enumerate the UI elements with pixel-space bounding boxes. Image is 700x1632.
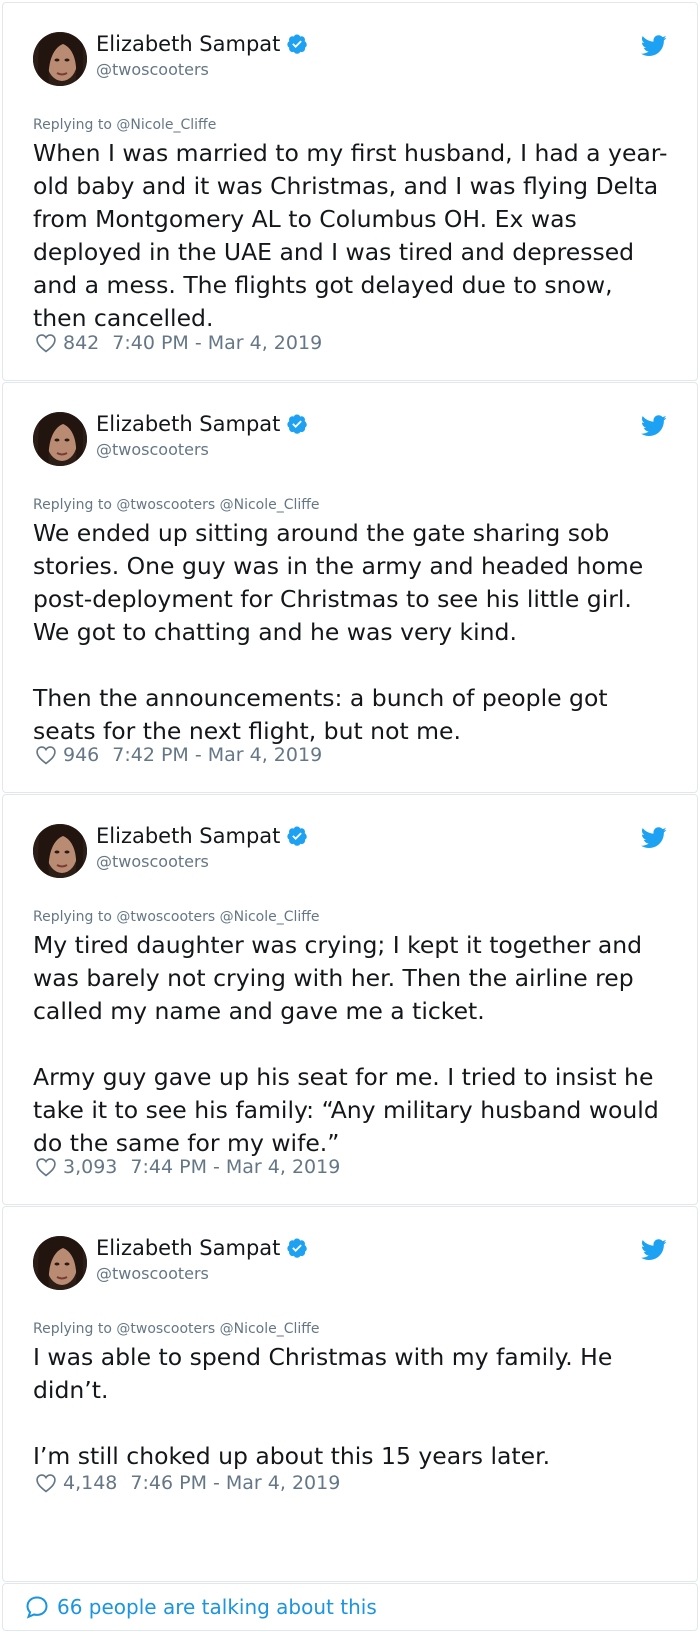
verified-badge-icon [286,1237,308,1259]
tweet-card[interactable]: Elizabeth Sampat @twoscooters Replying t… [2,1206,698,1582]
twitter-bird-icon[interactable] [641,415,667,437]
replying-to[interactable]: Replying to @twoscooters @Nicole_Cliffe [33,1321,320,1337]
author-name[interactable]: Elizabeth Sampat [96,412,308,436]
timestamp[interactable]: 7:46 PM - Mar 4, 2019 [130,1472,340,1494]
author-name-text: Elizabeth Sampat [96,32,281,56]
author-name[interactable]: Elizabeth Sampat [96,32,308,56]
tweet-text: I was able to spend Christmas with my fa… [33,1343,613,1470]
timestamp[interactable]: 7:42 PM - Mar 4, 2019 [112,744,322,766]
author-name-text: Elizabeth Sampat [96,1236,281,1260]
speech-bubble-icon [25,1595,49,1619]
avatar[interactable] [33,824,87,878]
heart-icon[interactable] [35,1473,57,1493]
tweet-card[interactable]: Elizabeth Sampat @twoscooters Replying t… [2,794,698,1205]
conversation-footer[interactable]: 66 people are talking about this [2,1583,698,1631]
author-name[interactable]: Elizabeth Sampat [96,824,308,848]
replying-to[interactable]: Replying to @twoscooters @Nicole_Cliffe [33,497,320,513]
replying-to[interactable]: Replying to @Nicole_Cliffe [33,117,216,133]
timestamp[interactable]: 7:44 PM - Mar 4, 2019 [130,1156,340,1178]
twitter-bird-icon[interactable] [641,35,667,57]
author-name[interactable]: Elizabeth Sampat [96,1236,308,1260]
twitter-bird-icon[interactable] [641,827,667,849]
heart-icon[interactable] [35,1157,57,1177]
avatar[interactable] [33,32,87,86]
tweet-text: We ended up sitting around the gate shar… [33,519,644,745]
author-handle[interactable]: @twoscooters [96,852,209,871]
author-handle[interactable]: @twoscooters [96,60,209,79]
heart-icon[interactable] [35,745,57,765]
avatar[interactable] [33,1236,87,1290]
author-name-text: Elizabeth Sampat [96,824,281,848]
like-count: 3,093 [63,1156,118,1178]
tweet-meta: 946 7:42 PM - Mar 4, 2019 [35,744,322,766]
verified-badge-icon [286,825,308,847]
verified-badge-icon [286,33,308,55]
author-name-text: Elizabeth Sampat [96,412,281,436]
like-count: 946 [63,744,100,766]
avatar[interactable] [33,412,87,466]
conversation-link[interactable]: 66 people are talking about this [25,1595,377,1619]
like-count: 4,148 [63,1472,118,1494]
tweet-card[interactable]: Elizabeth Sampat @twoscooters Replying t… [2,2,698,381]
tweet-text: When I was married to my first husband, … [33,139,668,332]
tweet-meta: 3,093 7:44 PM - Mar 4, 2019 [35,1156,340,1178]
heart-icon[interactable] [35,333,57,353]
author-handle[interactable]: @twoscooters [96,1264,209,1283]
author-handle[interactable]: @twoscooters [96,440,209,459]
tweet-meta: 4,148 7:46 PM - Mar 4, 2019 [35,1472,340,1494]
replying-to[interactable]: Replying to @twoscooters @Nicole_Cliffe [33,909,320,925]
twitter-bird-icon[interactable] [641,1239,667,1261]
like-count: 842 [63,332,100,354]
timestamp[interactable]: 7:40 PM - Mar 4, 2019 [112,332,322,354]
tweet-text: My tired daughter was crying; I kept it … [33,931,659,1157]
tweet-meta: 842 7:40 PM - Mar 4, 2019 [35,332,322,354]
verified-badge-icon [286,413,308,435]
conversation-count-text: 66 people are talking about this [57,1595,377,1619]
tweet-card[interactable]: Elizabeth Sampat @twoscooters Replying t… [2,382,698,793]
